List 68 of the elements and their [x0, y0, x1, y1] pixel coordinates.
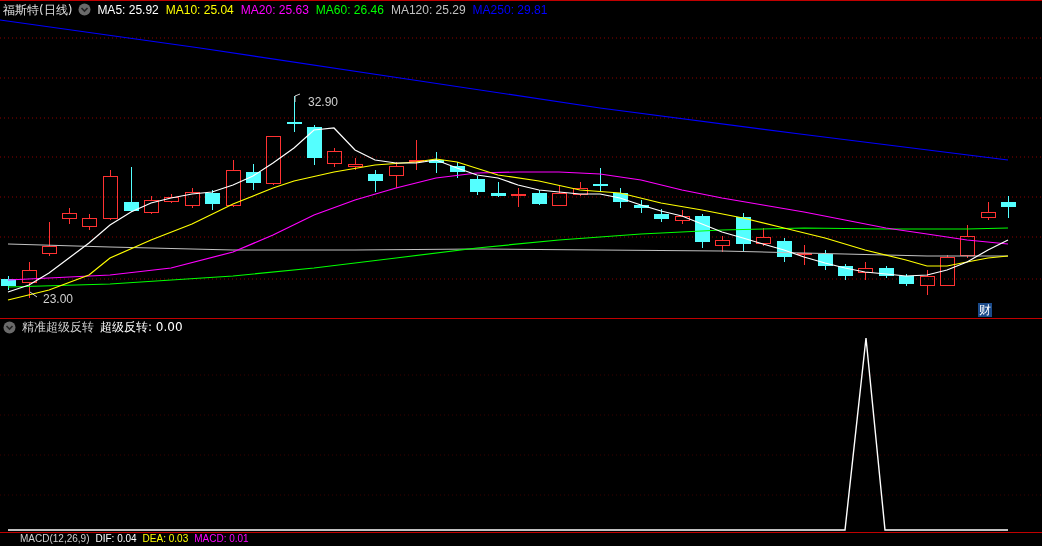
- candlestick: [573, 181, 588, 197]
- candlestick: [266, 135, 281, 186]
- candlestick: [450, 161, 465, 179]
- candlestick: [42, 221, 57, 257]
- candlestick: [348, 157, 363, 171]
- candlestick: [532, 189, 547, 206]
- candlestick: [879, 265, 894, 279]
- low-price-label: 23.00: [43, 292, 74, 306]
- candlestick: [124, 166, 139, 213]
- candlestick: [838, 263, 853, 281]
- candlestick: [82, 213, 97, 231]
- candlestick: [1, 275, 16, 291]
- moving-average-reading: MA250: 29.81: [472, 3, 548, 16]
- candlestick: [899, 273, 914, 287]
- macd-reading: DIF: 0.04: [95, 534, 137, 544]
- moving-average-reading: MA10: 25.04: [165, 3, 234, 16]
- dropdown-icon[interactable]: [78, 3, 92, 16]
- moving-average-reading: MA20: 25.63: [240, 3, 309, 16]
- moving-average-reading: MA120: 25.29: [390, 3, 466, 16]
- candlestick: [205, 189, 220, 211]
- candlestick: [920, 269, 935, 296]
- candlestick: [797, 244, 812, 266]
- indicator-reading: 超级反转: 0.00: [100, 321, 183, 333]
- candlestick: [164, 193, 179, 204]
- candlestick: [593, 167, 608, 193]
- candlestick: [429, 151, 444, 174]
- candlestick: [675, 209, 690, 225]
- indicator-name: 精准超级反转: [22, 321, 94, 333]
- candlestick: [858, 261, 873, 281]
- candlestick: [552, 185, 567, 207]
- candlestick: [409, 139, 424, 171]
- candlestick: [246, 163, 261, 191]
- candlestick: [654, 208, 669, 223]
- candlestick: [226, 159, 241, 208]
- candlestick: [144, 195, 159, 215]
- info-badge[interactable]: 财: [978, 303, 992, 317]
- candlestick: [960, 224, 975, 259]
- candlestick: [103, 169, 118, 221]
- candlestick: [62, 207, 77, 225]
- macd-name: MACD(12,26,9): [20, 534, 90, 544]
- moving-average-reading: MA5: 25.92: [97, 3, 159, 16]
- chart-title: 福斯特(日线): [3, 3, 73, 16]
- candlestick: [756, 227, 771, 247]
- candlestick: [185, 187, 200, 209]
- candlestick: [491, 181, 506, 198]
- candlestick: [613, 187, 628, 209]
- candlestick: [470, 175, 485, 196]
- candlestick: [22, 261, 37, 299]
- candlestick: [634, 199, 649, 214]
- candlestick: [940, 254, 955, 286]
- high-price-label: 32.90: [308, 95, 339, 109]
- candlestick: [307, 124, 322, 166]
- candlestick: [715, 235, 730, 253]
- leader-line: [294, 93, 301, 103]
- candlestick: [1001, 195, 1016, 219]
- candlestick: [736, 212, 751, 253]
- candlestick: [511, 187, 526, 208]
- dropdown-icon[interactable]: [3, 320, 16, 334]
- macd-reading: MACD: 0.01: [194, 534, 249, 544]
- candlestick: [818, 249, 833, 271]
- candlestick: [777, 237, 792, 263]
- candlestick: [389, 161, 404, 189]
- moving-average-reading: MA60: 26.46: [315, 3, 384, 16]
- candlestick: [981, 201, 996, 221]
- candlestick: [327, 147, 342, 168]
- macd-reading: DEA: 0.03: [142, 534, 189, 544]
- leader-line: [29, 291, 38, 298]
- candlestick: [368, 169, 383, 193]
